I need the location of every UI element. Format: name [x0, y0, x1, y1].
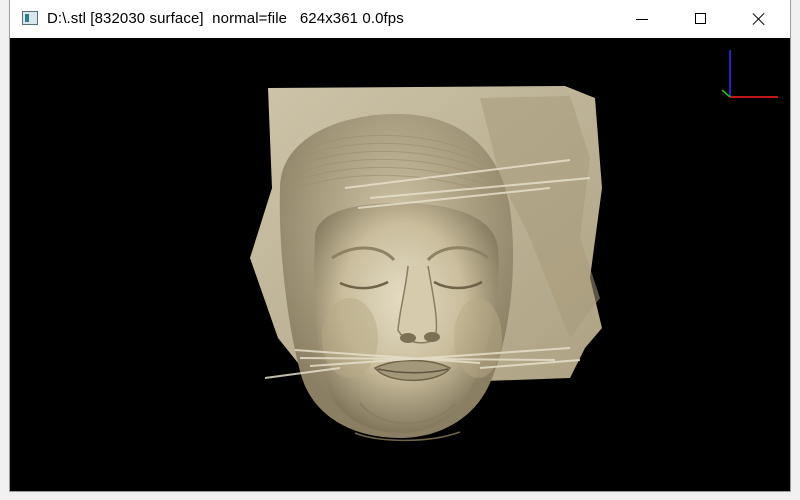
- head-model: [279, 113, 514, 442]
- window-title: D:\.stl [832030 surface] normal=file 624…: [47, 10, 404, 27]
- render-viewport[interactable]: [10, 38, 790, 491]
- y-axis-line: [721, 89, 731, 98]
- maximize-button[interactable]: [678, 0, 724, 38]
- minimize-button[interactable]: [620, 0, 666, 38]
- app-window: D:\.stl [832030 surface] normal=file 624…: [9, 0, 791, 492]
- axes-gizmo: [721, 50, 778, 98]
- close-icon: [752, 12, 766, 26]
- rendered-surface-model: [250, 50, 778, 442]
- minimize-icon: [636, 19, 648, 20]
- title-bar[interactable]: D:\.stl [832030 surface] normal=file 624…: [10, 0, 790, 38]
- close-button[interactable]: [736, 0, 782, 38]
- maximize-icon: [695, 13, 706, 24]
- application-icon[interactable]: [22, 11, 38, 25]
